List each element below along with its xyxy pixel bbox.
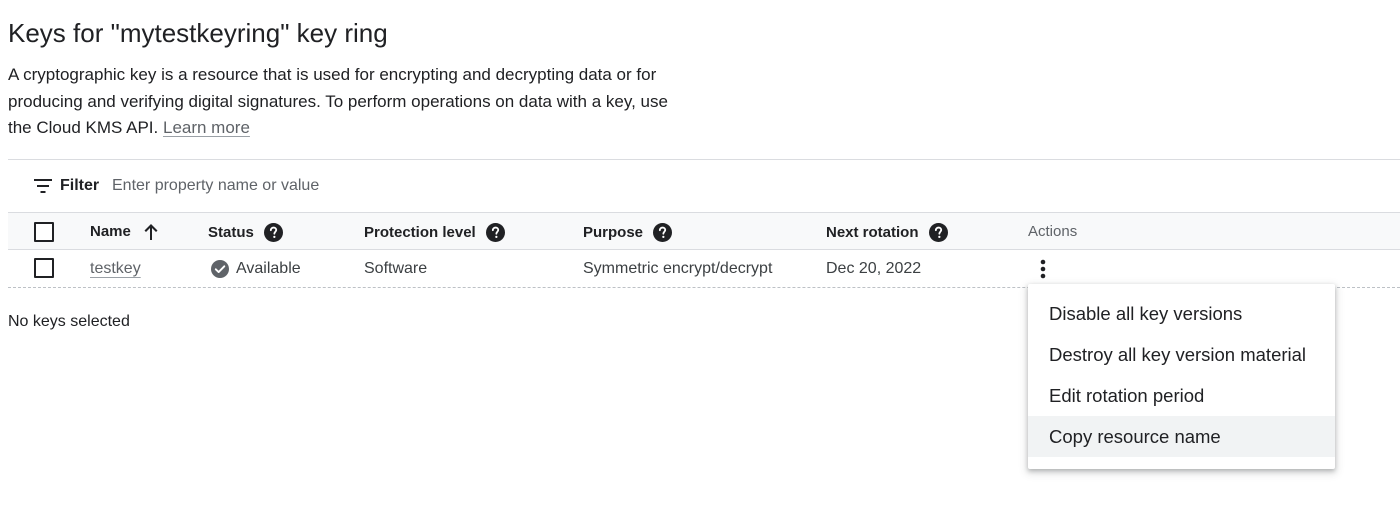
column-header-next-rotation-label: Next rotation: [826, 223, 919, 241]
page-description: A cryptographic key is a resource that i…: [8, 62, 688, 142]
key-name-link[interactable]: testkey: [90, 260, 141, 278]
purpose-cell: Symmetric encrypt/decrypt: [583, 260, 773, 277]
protection-level-cell: Software: [364, 260, 428, 277]
more-vert-icon[interactable]: [1033, 257, 1053, 281]
selection-status: No keys selected: [8, 313, 130, 330]
table-header: Name Status Protection level Purpose Nex…: [8, 212, 1400, 250]
table-row: testkey Available Software Symmetric enc…: [8, 250, 1400, 288]
filter-bar: Filter: [8, 160, 1400, 212]
column-header-protection-level: Protection level: [364, 223, 505, 242]
kms-keys-page: Keys for "mytestkeyring" key ring A cryp…: [0, 0, 1400, 523]
column-header-name-label: Name: [90, 223, 131, 240]
help-icon[interactable]: [928, 223, 948, 242]
help-icon[interactable]: [263, 223, 283, 242]
column-header-purpose-label: Purpose: [583, 223, 644, 241]
filter-icon[interactable]: [34, 179, 52, 193]
column-header-status: Status: [208, 223, 283, 242]
status-cell: Available: [211, 260, 301, 278]
arrow-up-icon[interactable]: [143, 223, 159, 241]
filter-label[interactable]: Filter: [60, 176, 99, 196]
actions-menu: Disable all key versions Destroy all key…: [1028, 284, 1335, 469]
page-title: Keys for "mytestkeyring" key ring: [8, 18, 388, 48]
help-icon[interactable]: [653, 223, 673, 242]
filter-input[interactable]: [112, 172, 612, 200]
next-rotation-cell: Dec 20, 2022: [826, 260, 922, 277]
check-circle-icon: [211, 260, 229, 278]
column-header-actions: Actions: [1028, 223, 1078, 240]
menu-item-edit-rotation-period[interactable]: Edit rotation period: [1028, 375, 1335, 416]
column-header-purpose: Purpose: [583, 223, 673, 242]
column-header-name[interactable]: Name: [90, 223, 159, 241]
menu-item-destroy-all-key-version-material[interactable]: Destroy all key version material: [1028, 334, 1335, 375]
menu-item-copy-resource-name[interactable]: Copy resource name: [1028, 416, 1335, 457]
column-header-status-label: Status: [208, 223, 254, 241]
description-text: A cryptographic key is a resource that i…: [8, 65, 668, 137]
help-icon[interactable]: [485, 223, 505, 242]
select-all-checkbox[interactable]: [34, 222, 54, 242]
column-header-protection-level-label: Protection level: [364, 223, 476, 241]
learn-more-link[interactable]: Learn more: [163, 118, 250, 137]
row-checkbox[interactable]: [34, 258, 54, 278]
status-text: Available: [236, 260, 301, 277]
menu-item-disable-all-key-versions[interactable]: Disable all key versions: [1028, 293, 1335, 334]
column-header-next-rotation: Next rotation: [826, 223, 948, 242]
